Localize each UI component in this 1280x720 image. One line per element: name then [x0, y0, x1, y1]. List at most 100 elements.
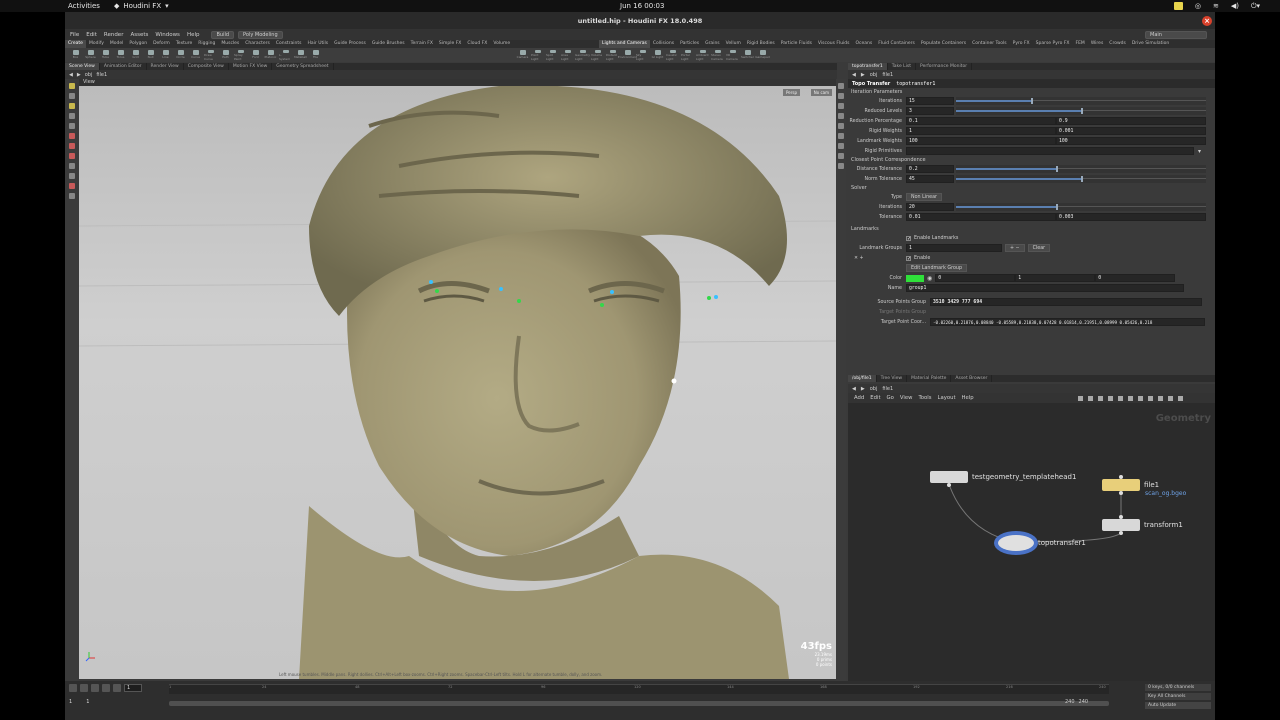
section-closest-point[interactable]: Closest Point Correspondence: [848, 156, 1215, 164]
tool-geometry-light[interactable]: Geometry Light: [575, 49, 590, 61]
tool-ambient-light[interactable]: Ambient Light: [696, 49, 709, 61]
tool-tube[interactable]: Tube: [99, 49, 112, 61]
stop-icon[interactable]: [91, 684, 99, 692]
info-icon[interactable]: [1138, 395, 1143, 401]
shelf-tab-grains[interactable]: Grains: [702, 40, 723, 48]
shelf-tab-hair-utils[interactable]: Hair Utils: [305, 40, 332, 48]
back-icon[interactable]: ◀: [69, 72, 73, 78]
network-icon[interactable]: ≋: [1213, 2, 1219, 10]
menu-assets[interactable]: Assets: [130, 32, 148, 38]
color-g-field[interactable]: 1: [1015, 274, 1096, 282]
tool-curve[interactable]: Curve: [189, 49, 202, 61]
net-menu-go[interactable]: Go: [887, 395, 894, 401]
param-tab-performance-monitor[interactable]: Performance Monitor: [916, 63, 973, 70]
back-icon[interactable]: ◀: [852, 72, 856, 78]
viewer-tab-composite-view[interactable]: Composite View: [184, 63, 229, 70]
skip-end-icon[interactable]: [113, 684, 121, 692]
net-menu-layout[interactable]: Layout: [938, 395, 956, 401]
power-icon[interactable]: ⏻▾: [1251, 2, 1260, 11]
timeline-track[interactable]: 1 24 48 72 96 120 144 168 192 216 240: [169, 684, 1109, 694]
node-body[interactable]: [1102, 475, 1140, 495]
tool-environment[interactable]: Environment: [618, 49, 637, 61]
shelf-tab-muscles[interactable]: Muscles: [218, 40, 242, 48]
path-file1[interactable]: file1: [882, 72, 893, 78]
tool-vr-camera[interactable]: VR Camera: [726, 49, 739, 61]
select-tool-icon[interactable]: [69, 83, 75, 89]
dist-tol-field[interactable]: 0.2: [906, 165, 954, 173]
shelf-tab-deform[interactable]: Deform: [150, 40, 173, 48]
tool-point-light[interactable]: Point Light: [531, 49, 544, 61]
landmark-groups-field[interactable]: 1: [906, 244, 1002, 252]
iterations-field[interactable]: 15: [906, 97, 954, 105]
shelf-tab-populate-containers[interactable]: Populate Containers: [918, 40, 969, 48]
reduced-field[interactable]: 3: [906, 107, 954, 115]
viewer-tab-geometry-spreadsheet[interactable]: Geometry Spreadsheet: [272, 63, 334, 70]
range-end2-field[interactable]: 240: [1079, 699, 1089, 705]
color-swatch[interactable]: [906, 274, 924, 282]
system-tray[interactable]: ◎ ≋ ◀) ⏻▾: [1173, 2, 1260, 11]
path-obj[interactable]: obj: [85, 72, 93, 78]
shelf-tab-texture[interactable]: Texture: [173, 40, 195, 48]
app-menu[interactable]: ◆ Houdini FX ▾: [114, 2, 169, 10]
node-file1[interactable]: file1 scan_og.bgeo: [1102, 475, 1186, 497]
color-r-field[interactable]: 0: [935, 274, 1016, 282]
object-select-icon[interactable]: [69, 163, 75, 169]
add-remove-group-button[interactable]: + −: [1005, 244, 1025, 252]
primitives-select-icon[interactable]: [69, 153, 75, 159]
path-obj[interactable]: obj: [870, 72, 878, 78]
shelf-tab-model[interactable]: Model: [107, 40, 127, 48]
node-testgeometry-templatehead[interactable]: testgeometry_templatehead1: [930, 471, 1076, 487]
scene-viewport[interactable]: Persp No cam 43fps 23.19ms 0 prims 0 poi…: [79, 86, 836, 679]
split-icon[interactable]: [1158, 395, 1163, 401]
pose-tool-icon[interactable]: [69, 113, 75, 119]
node-body[interactable]: [930, 471, 968, 487]
net-tab--obj-file1[interactable]: /obj/file1: [848, 375, 877, 382]
square-icon[interactable]: [1168, 395, 1173, 401]
shelf-tab-create[interactable]: Create: [65, 40, 86, 48]
net-menu-help[interactable]: Help: [962, 395, 974, 401]
network-editor[interactable]: Geometry testgeometry_templatehead1 file…: [848, 403, 1215, 681]
viewer-tab-scene-view[interactable]: Scene View: [65, 63, 100, 70]
current-frame-field[interactable]: 1: [124, 684, 142, 692]
sticky-icon[interactable]: [1108, 395, 1113, 401]
back-icon[interactable]: ◀: [852, 386, 856, 392]
norm-tol-field[interactable]: 45: [906, 175, 954, 183]
camera-menu[interactable]: No cam: [810, 89, 832, 96]
target-coords-field[interactable]: -0.02260,0.21876,0.08840 -0.05589,0.2183…: [930, 318, 1205, 326]
shelf-tab-vellum[interactable]: Vellum: [723, 40, 744, 48]
node-body[interactable]: [998, 535, 1034, 551]
tool-stereo-camera[interactable]: Stereo Camera: [711, 49, 724, 61]
radial-menu-select[interactable]: Poly Modeling: [238, 30, 283, 39]
node-name-field[interactable]: topotransfer1: [896, 81, 935, 87]
shelf-tab-modify[interactable]: Modify: [86, 40, 107, 48]
rigid-b-field[interactable]: 0.001: [1056, 127, 1206, 135]
tool-sky-light[interactable]: Sky Light: [636, 49, 649, 61]
color-b-field[interactable]: 0: [1095, 274, 1176, 282]
multiparm-x-icon[interactable]: ✕ +: [854, 256, 864, 261]
desktop-select[interactable]: Build: [211, 30, 235, 39]
tool-line[interactable]: Line: [159, 49, 172, 61]
layout-icon[interactable]: [838, 163, 844, 169]
landmark-weights-b-field[interactable]: 100: [1056, 137, 1206, 145]
shelf-tab-fem[interactable]: FEM: [1073, 40, 1088, 48]
shelf-tab-rigging[interactable]: Rigging: [195, 40, 218, 48]
menu-file[interactable]: File: [70, 32, 79, 38]
rigid-prims-field[interactable]: [906, 147, 1194, 155]
output-connector[interactable]: [947, 483, 951, 487]
param-tab-take-list[interactable]: Take List: [888, 63, 917, 70]
menu-render[interactable]: Render: [104, 32, 124, 38]
shelf-tab-collisions[interactable]: Collisions: [650, 40, 677, 48]
tool-portal-light[interactable]: Portal Light: [681, 49, 694, 61]
grid-icon[interactable]: [1088, 395, 1093, 401]
reduction-min-field[interactable]: 0.1: [906, 117, 1056, 125]
shelf-tab-sparse-pyro-fx[interactable]: Sparse Pyro FX: [1033, 40, 1073, 48]
path-file1[interactable]: file1: [96, 72, 107, 78]
section-solver[interactable]: Solver: [848, 184, 1215, 192]
output-connector[interactable]: [1119, 531, 1123, 535]
tool-platonic[interactable]: Platonic: [264, 49, 277, 61]
dropdown-arrow-icon[interactable]: ▾: [1198, 148, 1201, 155]
clear-button[interactable]: Clear: [1027, 244, 1051, 252]
group-name-field[interactable]: group1: [906, 284, 1184, 292]
shelf-tab-guide-process[interactable]: Guide Process: [331, 40, 369, 48]
tool-metaball[interactable]: Metaball: [294, 49, 307, 61]
